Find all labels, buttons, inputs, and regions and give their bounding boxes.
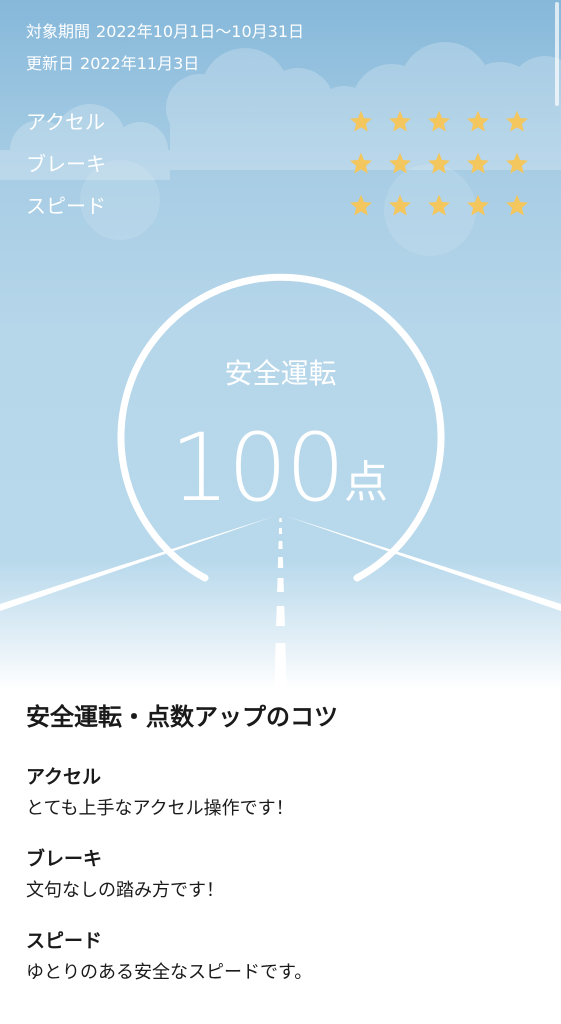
- star-icon: [428, 194, 450, 216]
- rating-label: ブレーキ: [26, 152, 106, 176]
- tip-body: とても上手なアクセル操作です！: [26, 798, 294, 819]
- tip-item-speed: スピード ゆとりのある安全なスピードです。: [26, 928, 536, 986]
- star-rating: [348, 190, 538, 220]
- star-rating: [348, 106, 538, 136]
- updated-date-value: 2022年11月3日: [80, 54, 200, 73]
- score-value: 100: [170, 414, 345, 523]
- star-icon: [389, 194, 411, 216]
- star-icon: [428, 152, 450, 174]
- star-icon: [467, 194, 489, 216]
- scrollbar-thumb[interactable]: [555, 2, 559, 106]
- tips-title: 安全運転・点数アップのコツ: [26, 703, 338, 731]
- rating-row-brake: ブレーキ: [26, 148, 536, 178]
- tip-heading: ブレーキ: [26, 848, 103, 870]
- updated-date: 更新日 2022年11月3日: [26, 54, 199, 74]
- star-icon: [467, 152, 489, 174]
- rating-label: スピード: [26, 194, 106, 218]
- score-hero: 対象期間 2022年10月1日〜10月31日 更新日 2022年11月3日 アクセル…: [0, 0, 561, 690]
- star-rating: [348, 148, 538, 178]
- tip-item-brake: ブレーキ 文句なしの踏み方です！: [26, 846, 536, 904]
- star-icon: [350, 110, 372, 132]
- star-icon: [428, 110, 450, 132]
- score-title: 安全運転: [224, 357, 337, 390]
- road-right-edge: [286, 516, 561, 611]
- star-icon: [350, 152, 372, 174]
- score-unit: 点: [344, 457, 388, 508]
- rating-row-accel: アクセル: [26, 106, 536, 136]
- tip-item-accel: アクセル とても上手なアクセル操作です！: [26, 764, 536, 822]
- target-period-label: 対象期間: [26, 22, 91, 41]
- tip-heading: アクセル: [26, 766, 102, 788]
- target-period-value: 2022年10月1日〜10月31日: [96, 22, 304, 41]
- updated-date-label: 更新日: [26, 54, 75, 73]
- star-icon: [506, 152, 528, 174]
- tips-section: 安全運転・点数アップのコツ アクセル とても上手なアクセル操作です！ ブレーキ …: [26, 700, 536, 1010]
- star-icon: [467, 110, 489, 132]
- star-icon: [350, 194, 372, 216]
- tip-heading: スピード: [26, 930, 103, 952]
- road-left-edge: [0, 516, 275, 611]
- star-icon: [389, 152, 411, 174]
- star-icon: [506, 194, 528, 216]
- star-icon: [506, 110, 528, 132]
- rating-row-speed: スピード: [26, 190, 536, 220]
- tip-body: ゆとりのある安全なスピードです。: [26, 962, 313, 983]
- rating-label: アクセル: [26, 110, 105, 134]
- road-center-line: [274, 518, 287, 690]
- target-period: 対象期間 2022年10月1日〜10月31日: [26, 22, 304, 42]
- road-scene: [0, 273, 561, 690]
- tip-body: 文句なしの踏み方です！: [26, 880, 224, 901]
- star-icon: [389, 110, 411, 132]
